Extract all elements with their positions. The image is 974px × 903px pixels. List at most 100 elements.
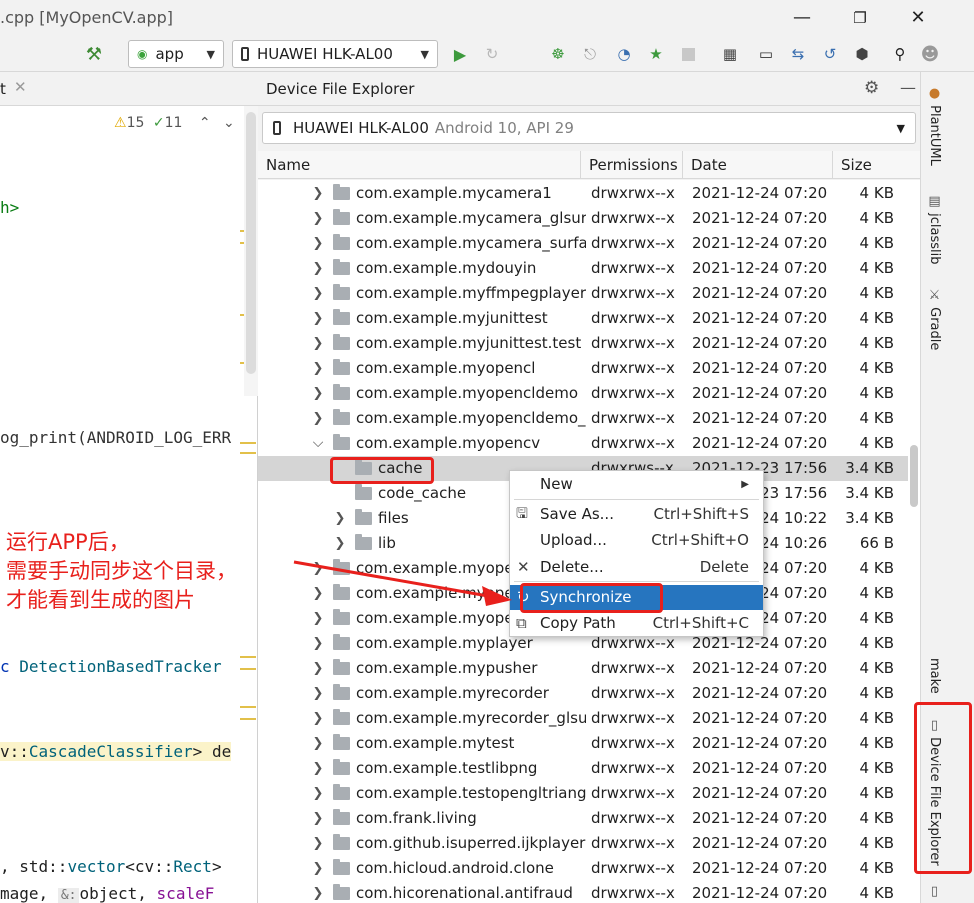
gradle-sync-icon[interactable]: ↺	[820, 44, 840, 64]
file-row[interactable]: ❯ com.example.myjunittest drwxrwx--x 2021-1…	[258, 306, 908, 331]
chevron-right-icon[interactable]: ❯	[312, 731, 324, 756]
menu-item-delete[interactable]: ✕ Delete... Delete	[510, 555, 763, 580]
file-row[interactable]: ❯ com.example.mypusher drwxrwx--x 2021-12-2…	[258, 656, 908, 681]
menu-item-new[interactable]: New ▶	[510, 472, 763, 497]
file-row[interactable]: ❯ com.example.myopencldemo drwxrwx--x 2021-…	[258, 381, 908, 406]
chevron-right-icon[interactable]: ❯	[312, 606, 324, 631]
gear-icon[interactable]: ⚙	[864, 78, 879, 98]
file-row[interactable]: ❯ com.frank.living drwxrwx--x 2021-12-24 07…	[258, 806, 908, 831]
code-editor[interactable]: ⚠15 ✓11 ⌃ ⌄ h> og_print(ANDROID_LOG_ERR …	[0, 106, 258, 903]
file-row[interactable]: ❯ com.example.mytest drwxrwx--x 2021-12-24 …	[258, 731, 908, 756]
chevron-right-icon[interactable]: ❯	[312, 706, 324, 731]
stop-icon[interactable]	[678, 44, 698, 64]
chevron-right-icon[interactable]: ❯	[312, 231, 324, 256]
chevron-right-icon[interactable]: ❯	[312, 256, 324, 281]
file-row[interactable]: ❯ com.hicloud.android.clone drwxrwx--x 2021…	[258, 856, 908, 881]
file-row[interactable]: ❯ com.example.myopencldemo_(drwxrwx--x 202…	[258, 406, 908, 431]
device-detail: Android 10, API 29	[434, 119, 574, 137]
file-row[interactable]: ❯ com.example.mydouyin drwxrwx--x 2021-12-2…	[258, 256, 908, 281]
device-selector[interactable]: HUAWEI HLK-AL00 Android 10, API 29 ▼	[262, 112, 916, 144]
chevron-right-icon[interactable]: ❯	[312, 856, 324, 881]
apply-changes-icon[interactable]: ↻	[482, 44, 502, 64]
chevron-right-icon[interactable]: ❯	[334, 506, 346, 531]
file-row[interactable]: ❯ com.example.mycamera_surfac drwxrwx--x 20…	[258, 231, 908, 256]
menu-item-save-as[interactable]: 🖫 Save As... Ctrl+Shift+S	[510, 502, 763, 527]
chevron-right-icon[interactable]: ❯	[312, 331, 324, 356]
device-manager-icon[interactable]: ▦	[720, 44, 740, 64]
chevron-right-icon[interactable]: ❯	[312, 356, 324, 381]
account-icon[interactable]: ☻	[920, 44, 940, 65]
close-tab-icon[interactable]: ✕	[14, 78, 27, 96]
menu-item-upload[interactable]: Upload... Ctrl+Shift+O	[510, 528, 763, 553]
file-row[interactable]: ❯ com.example.myrecorder drwxrwx--x 2021-12…	[258, 681, 908, 706]
column-date[interactable]: Date	[683, 151, 833, 179]
profiler-gauge-icon[interactable]: ◔	[614, 44, 634, 64]
chevron-right-icon[interactable]: ❯	[312, 281, 324, 306]
close-icon[interactable]: ✕	[906, 6, 930, 30]
emulator-icon[interactable]: ▯	[927, 884, 942, 899]
file-row[interactable]: ❯ com.example.mycamera1 drwxrwx--x 2021-12-…	[258, 181, 908, 206]
chevron-right-icon[interactable]: ❯	[312, 806, 324, 831]
editor-tab-label[interactable]: t	[0, 80, 6, 98]
attach-debugger-icon[interactable]: ★	[646, 44, 666, 64]
chevron-down-icon[interactable]: ⌄	[223, 115, 235, 131]
restore-icon[interactable]: ❐	[848, 6, 872, 30]
file-date: 2021-12-24 07:20	[692, 809, 828, 827]
file-row[interactable]: ❯ com.example.myffmpegplayer drwxrwx--x 202…	[258, 281, 908, 306]
tool-tab-gradle[interactable]: ⚔ Gradle	[927, 288, 942, 350]
run-icon[interactable]: ▶	[450, 44, 470, 64]
sdk-manager-icon[interactable]: ⬢	[852, 44, 872, 64]
chevron-right-icon[interactable]: ❯	[312, 831, 324, 856]
avd-icon[interactable]: ▭	[756, 44, 776, 64]
chevron-right-icon[interactable]: ❯	[312, 631, 324, 656]
chevron-right-icon[interactable]: ❯	[312, 881, 324, 903]
menu-item-copy-path[interactable]: ⧉ Copy Path Ctrl+Shift+C	[510, 611, 763, 636]
column-size[interactable]: Size	[833, 151, 908, 179]
file-table-scrollbar-thumb[interactable]	[910, 445, 918, 507]
file-row[interactable]: ❯ com.example.myopencl drwxrwx--x 2021-12-2…	[258, 356, 908, 381]
code-text: >	[211, 857, 222, 876]
file-row[interactable]: ❯ com.example.testlibpng drwxrwx--x 2021-12…	[258, 756, 908, 781]
sync-icon[interactable]: ⇆	[788, 44, 808, 64]
chevron-down-icon[interactable]: ⌵	[312, 431, 324, 456]
menu-item-label: Upload...	[540, 531, 607, 549]
chevron-up-icon[interactable]: ⌃	[199, 115, 211, 131]
chevron-right-icon[interactable]: ❯	[312, 681, 324, 706]
debug-icon[interactable]: ☸	[548, 44, 568, 64]
tool-tab-plantuml[interactable]: ● PlantUML	[927, 86, 942, 166]
column-permissions[interactable]: Permissions	[581, 151, 683, 179]
file-row[interactable]: ❯ com.example.myjunittest.test drwxrwx--x 2…	[258, 331, 908, 356]
file-row[interactable]: ❯ com.example.myrecorder_glsu drwxrwx--x 20…	[258, 706, 908, 731]
run-config-select[interactable]: ◉ app ▼	[128, 40, 224, 68]
file-size: 4 KB	[859, 334, 894, 352]
search-icon[interactable]: ⚲	[890, 44, 910, 64]
code-line: mage, &: object, scaleF	[0, 884, 214, 903]
device-select[interactable]: HUAWEI HLK-AL00 ▼	[232, 40, 438, 68]
hide-panel-icon[interactable]: —	[900, 78, 916, 97]
hammer-icon[interactable]: ⚒	[84, 44, 104, 65]
annotation-line: 运行APP后，	[6, 530, 130, 554]
chevron-right-icon[interactable]: ❯	[312, 406, 324, 431]
chevron-right-icon[interactable]: ❯	[312, 306, 324, 331]
chevron-right-icon[interactable]: ❯	[334, 531, 346, 556]
chevron-right-icon[interactable]: ❯	[312, 206, 324, 231]
tool-tab-jclasslib[interactable]: ▤ jclasslib	[927, 194, 942, 265]
chevron-right-icon[interactable]: ❯	[312, 181, 324, 206]
file-row[interactable]: ❯ com.example.mycamera_glsurf drwxrwx--x 20…	[258, 206, 908, 231]
file-row[interactable]: ❯ com.github.isuperred.ijkplayer drwxrwx--…	[258, 831, 908, 856]
folder-icon	[333, 359, 350, 375]
chevron-right-icon[interactable]: ❯	[312, 381, 324, 406]
chevron-right-icon[interactable]: ❯	[312, 756, 324, 781]
chevron-right-icon[interactable]: ❯	[312, 781, 324, 806]
profile-icon[interactable]: ⎋	[580, 44, 600, 64]
file-row[interactable]: ⌵ com.example.myopencv drwxrwx--x 2021-12-2…	[258, 431, 908, 456]
chevron-right-icon[interactable]: ❯	[312, 656, 324, 681]
file-row[interactable]: ❯ com.hicorenational.antifraud drwxrwx--x 2…	[258, 881, 908, 903]
minimize-icon[interactable]: —	[790, 6, 814, 30]
file-row[interactable]: ❯ com.example.testopengltriang drwxrwx--x 2…	[258, 781, 908, 806]
file-date: 2021-12-24 07:20	[692, 884, 828, 902]
column-name[interactable]: Name	[258, 151, 581, 179]
inspection-widget[interactable]: ⚠15 ✓11 ⌃ ⌄	[114, 115, 235, 131]
editor-scrollbar-thumb[interactable]	[246, 112, 256, 374]
tool-tab-make[interactable]: make	[927, 658, 942, 694]
